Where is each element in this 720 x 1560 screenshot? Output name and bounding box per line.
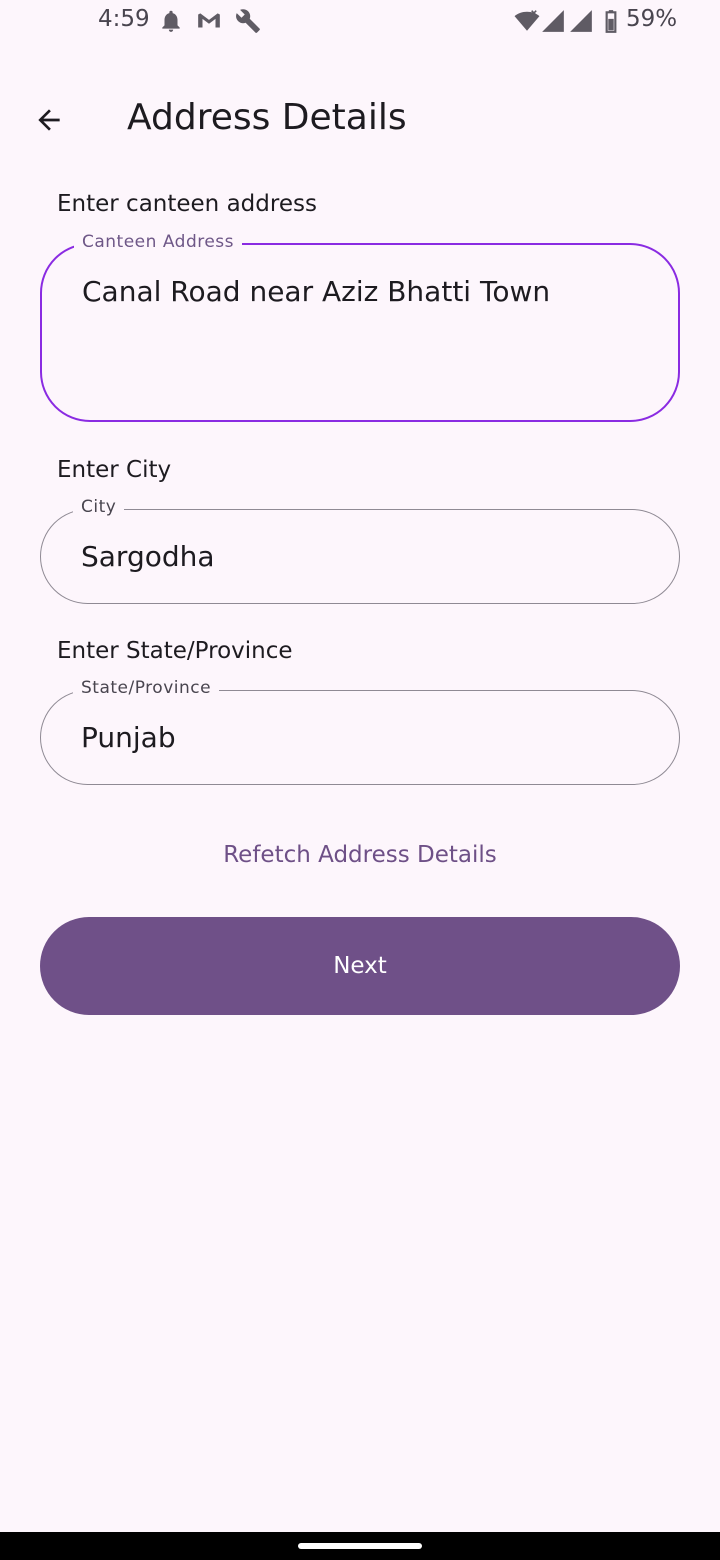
status-bar: 4:59 59% bbox=[0, 0, 720, 44]
state-value: Punjab bbox=[81, 721, 176, 754]
city-label: Enter City bbox=[57, 457, 172, 483]
refetch-address-button[interactable]: Refetch Address Details bbox=[0, 842, 720, 868]
battery-percentage: 59% bbox=[626, 6, 678, 32]
navigation-bar bbox=[0, 1532, 720, 1560]
next-button[interactable]: Next bbox=[40, 917, 680, 1015]
canteen-address-floating-label: Canteen Address bbox=[74, 232, 243, 252]
canteen-address-field[interactable]: Canteen Address Canal Road near Aziz Bha… bbox=[40, 232, 680, 422]
signal-icon bbox=[542, 10, 564, 32]
notification-bell-icon bbox=[162, 10, 180, 32]
status-time: 4:59 bbox=[98, 6, 150, 32]
next-button-label: Next bbox=[333, 953, 387, 979]
state-field[interactable]: State/Province Punjab bbox=[40, 678, 680, 785]
page-title: Address Details bbox=[127, 97, 407, 138]
home-gesture-handle[interactable] bbox=[298, 1543, 422, 1549]
state-label: Enter State/Province bbox=[57, 638, 293, 664]
arrow-back-icon bbox=[38, 109, 60, 131]
city-value: Sargodha bbox=[81, 540, 215, 573]
back-button[interactable] bbox=[20, 96, 78, 144]
wrench-icon bbox=[236, 9, 260, 33]
battery-icon bbox=[605, 10, 617, 33]
gmail-icon bbox=[198, 13, 220, 28]
wifi-icon bbox=[514, 10, 540, 31]
signal-icon bbox=[570, 10, 592, 32]
city-field[interactable]: City Sargodha bbox=[40, 497, 680, 604]
app-bar: Address Details bbox=[0, 80, 720, 160]
city-floating-label: City bbox=[73, 497, 125, 517]
state-floating-label: State/Province bbox=[73, 678, 220, 698]
canteen-address-label: Enter canteen address bbox=[57, 191, 317, 217]
canteen-address-value: Canal Road near Aziz Bhatti Town bbox=[82, 275, 551, 308]
